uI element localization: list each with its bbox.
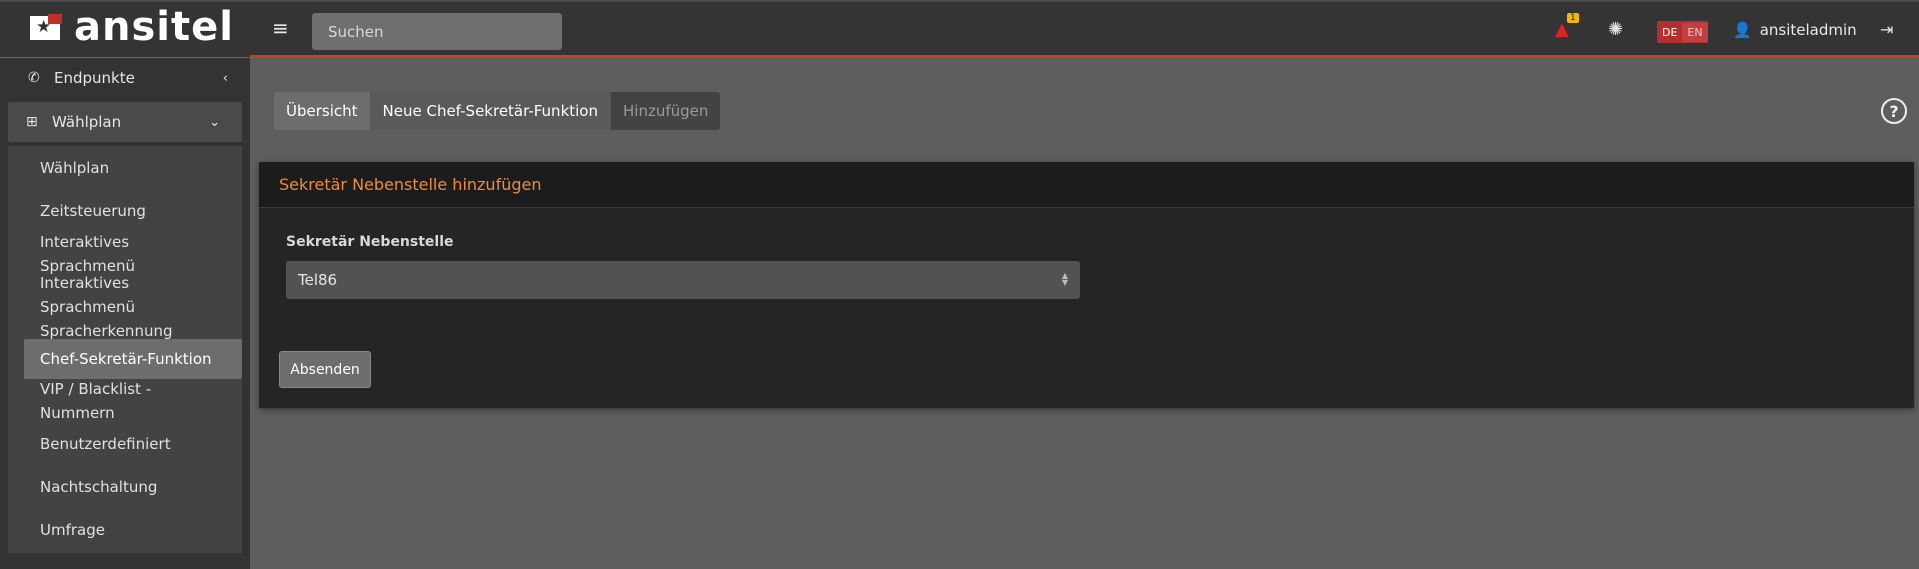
settings-gear-icon[interactable]: ✺	[1608, 2, 1623, 57]
select-value: Tel86	[298, 271, 338, 289]
submit-button[interactable]: Absenden	[279, 351, 371, 388]
brand-logo[interactable]: ★ ansitel	[0, 2, 250, 57]
sidebar-subitem[interactable]: VIP / Blacklist - Nummern	[8, 379, 242, 422]
sidebar-subitem[interactable]: Zeitsteuerung	[8, 189, 242, 232]
sidebar-subitem[interactable]: Wählplan	[8, 146, 242, 189]
lang-de[interactable]: DE	[1657, 23, 1682, 42]
breadcrumb-add: Hinzufügen	[611, 92, 721, 130]
breadcrumb-overview[interactable]: Übersicht	[274, 92, 371, 130]
search-input[interactable]	[312, 13, 562, 50]
sidebar-subitem[interactable]: Benutzerdefiniert	[8, 422, 242, 465]
select-arrows-icon: ▲ ▼	[1061, 271, 1068, 287]
panel-title: Sekretär Nebenstelle hinzufügen	[259, 162, 1914, 208]
sidebar-subitem[interactable]: Interaktives Sprachmenü Spracherkennung	[8, 274, 242, 340]
sidebar-subitem[interactable]: Interaktives Sprachmenü	[8, 232, 242, 275]
sidebar-item-label: Wählplan	[52, 113, 122, 131]
user-cog-icon: 👤	[1733, 20, 1752, 39]
sidebar-item-endpoints[interactable]: ✆ Endpunkte ‹	[0, 58, 250, 98]
secretary-extension-select[interactable]: Tel86 ▲ ▼	[286, 261, 1080, 299]
breadcrumb: Übersicht Neue Chef-Sekretär-Funktion Hi…	[274, 92, 721, 130]
sidebar-subitem[interactable]: Umfrage	[8, 508, 242, 551]
logo-icon: ★	[30, 13, 70, 46]
brand-name: ansitel	[74, 3, 234, 50]
logout-icon[interactable]: ⇥	[1880, 2, 1893, 57]
warnings-button[interactable]: ▲ 1	[1555, 2, 1579, 57]
sidebar-subitem-active[interactable]: Chef-Sekretär-Funktion	[24, 339, 242, 379]
sidebar-item-dialplan[interactable]: ⊞ Wählplan ⌄	[8, 102, 242, 142]
sidebar: ✆ Endpunkte ‹ ⊞ Wählplan ⌄ Wählplan Zeit…	[0, 58, 250, 569]
warning-count-badge: 1	[1567, 13, 1579, 23]
user-menu[interactable]: 👤 ansiteladmin	[1733, 2, 1857, 57]
top-bar: ★ ansitel ≡ ▲1 ✺ DE EN 👤 ansiteladmin ⇥	[0, 0, 1919, 58]
chevron-left-icon: ‹	[222, 70, 228, 86]
help-icon[interactable]: ?	[1881, 98, 1907, 124]
lang-en[interactable]: EN	[1682, 22, 1708, 42]
chevron-down-icon: ⌄	[209, 114, 220, 130]
dialplan-submenu: Wählplan Zeitsteuerung Interaktives Spra…	[8, 146, 242, 553]
menu-toggle-icon[interactable]: ≡	[272, 16, 289, 40]
language-switcher[interactable]: DE EN	[1657, 21, 1708, 43]
breadcrumb-new-function[interactable]: Neue Chef-Sekretär-Funktion	[370, 92, 611, 130]
sidebar-item-label: Endpunkte	[54, 69, 135, 87]
sitemap-icon: ⊞	[26, 114, 38, 130]
secretary-extension-label: Sekretär Nebenstelle	[286, 234, 454, 250]
form-panel: Sekretär Nebenstelle hinzufügen Sekretär…	[259, 162, 1914, 408]
sidebar-subitem[interactable]: Nachtschaltung	[8, 465, 242, 508]
main-content: Übersicht Neue Chef-Sekretär-Funktion Hi…	[250, 58, 1919, 569]
phone-icon: ✆	[28, 70, 40, 86]
username: ansiteladmin	[1759, 20, 1857, 39]
warning-icon: ▲ 1	[1555, 13, 1579, 40]
